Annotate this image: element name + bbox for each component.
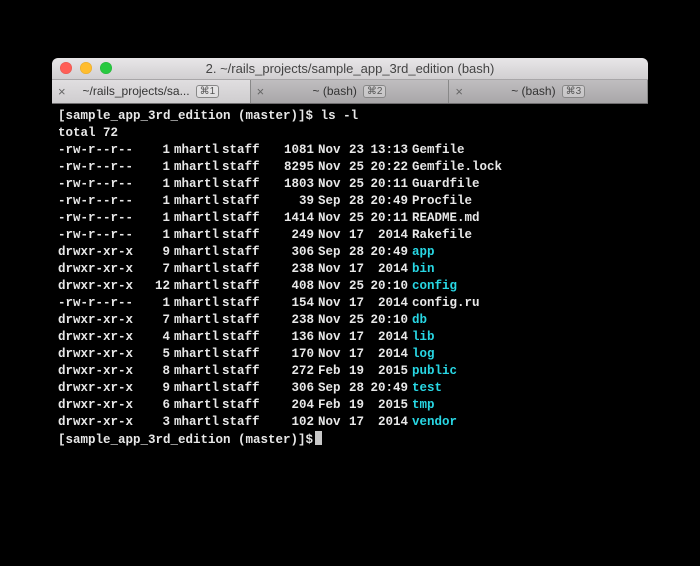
- close-tab-icon[interactable]: ×: [58, 85, 66, 98]
- terminal-line: [sample_app_3rd_edition (master)]$: [58, 431, 642, 449]
- file-test: test: [408, 381, 442, 395]
- total-line: total 72: [58, 126, 118, 140]
- file-db: db: [408, 313, 427, 327]
- tab-label: ~ (bash): [313, 84, 357, 98]
- terminal-line: drwxr-xr-x7mhartlstaff238Nov172014bin: [58, 261, 642, 278]
- tab-2[interactable]: × ~ (bash) ⌘3: [449, 80, 648, 103]
- file-public: public: [408, 364, 457, 378]
- terminal-content[interactable]: [sample_app_3rd_edition (master)]$ ls -l…: [52, 104, 648, 509]
- window-title: 2. ~/rails_projects/sample_app_3rd_editi…: [52, 61, 648, 76]
- titlebar[interactable]: 2. ~/rails_projects/sample_app_3rd_editi…: [52, 58, 648, 80]
- prompt: [sample_app_3rd_edition (master)]$: [58, 109, 313, 123]
- tab-1[interactable]: × ~ (bash) ⌘2: [251, 80, 450, 103]
- file-config.ru: config.ru: [408, 296, 480, 310]
- prompt: [sample_app_3rd_edition (master)]$: [58, 433, 313, 447]
- close-window-button[interactable]: [60, 62, 72, 74]
- file-app: app: [408, 245, 435, 259]
- terminal-line: -rw-r--r--1mhartlstaff1803Nov2520:11Guar…: [58, 176, 642, 193]
- tab-0[interactable]: × ~/rails_projects/sa... ⌘1: [52, 80, 251, 103]
- terminal-line: -rw-r--r--1mhartlstaff39Sep2820:49Procfi…: [58, 193, 642, 210]
- tab-label: ~ (bash): [511, 84, 555, 98]
- terminal-line: drwxr-xr-x9mhartlstaff306Sep2820:49test: [58, 380, 642, 397]
- terminal-line: drwxr-xr-x8mhartlstaff272Feb192015public: [58, 363, 642, 380]
- terminal-line: -rw-r--r--1mhartlstaff249Nov172014Rakefi…: [58, 227, 642, 244]
- cursor: [315, 431, 322, 445]
- terminal-window: 2. ~/rails_projects/sample_app_3rd_editi…: [52, 58, 648, 509]
- terminal-line: drwxr-xr-x3mhartlstaff102Nov172014vendor: [58, 414, 642, 431]
- terminal-line: drwxr-xr-x7mhartlstaff238Nov2520:10db: [58, 312, 642, 329]
- file-bin: bin: [408, 262, 435, 276]
- terminal-line: drwxr-xr-x5mhartlstaff170Nov172014log: [58, 346, 642, 363]
- file-Gemfile.lock: Gemfile.lock: [408, 160, 502, 174]
- tab-bar: × ~/rails_projects/sa... ⌘1 × ~ (bash) ⌘2 × ~ (…: [52, 80, 648, 104]
- terminal-line: -rw-r--r--1mhartlstaff1414Nov2520:11READ…: [58, 210, 642, 227]
- terminal-line: -rw-r--r--1mhartlstaff1081Nov2313:13Gemf…: [58, 142, 642, 159]
- tab-shortcut: ⌘3: [562, 85, 586, 98]
- file-Guardfile: Guardfile: [408, 177, 480, 191]
- terminal-line: drwxr-xr-x12mhartlstaff408Nov2520:10conf…: [58, 278, 642, 295]
- tab-label: ~/rails_projects/sa...: [83, 84, 190, 98]
- terminal-line: drwxr-xr-x9mhartlstaff306Sep2820:49app: [58, 244, 642, 261]
- minimize-window-button[interactable]: [80, 62, 92, 74]
- terminal-line: -rw-r--r--1mhartlstaff8295Nov2520:22Gemf…: [58, 159, 642, 176]
- file-vendor: vendor: [408, 415, 457, 429]
- command: ls -l: [321, 109, 359, 123]
- terminal-line: drwxr-xr-x6mhartlstaff204Feb192015tmp: [58, 397, 642, 414]
- tab-shortcut: ⌘1: [196, 85, 220, 98]
- close-tab-icon[interactable]: ×: [257, 85, 265, 98]
- file-Procfile: Procfile: [408, 194, 472, 208]
- file-log: log: [408, 347, 435, 361]
- close-tab-icon[interactable]: ×: [455, 85, 463, 98]
- file-lib: lib: [408, 330, 435, 344]
- terminal-line: drwxr-xr-x4mhartlstaff136Nov172014lib: [58, 329, 642, 346]
- traffic-lights: [52, 62, 112, 74]
- terminal-line: [sample_app_3rd_edition (master)]$ ls -l: [58, 108, 642, 125]
- file-config: config: [408, 279, 457, 293]
- file-Gemfile: Gemfile: [408, 143, 465, 157]
- terminal-line: total 72: [58, 125, 642, 142]
- zoom-window-button[interactable]: [100, 62, 112, 74]
- file-Rakefile: Rakefile: [408, 228, 472, 242]
- file-README.md: README.md: [408, 211, 480, 225]
- terminal-line: -rw-r--r--1mhartlstaff154Nov172014config…: [58, 295, 642, 312]
- file-tmp: tmp: [408, 398, 435, 412]
- tab-shortcut: ⌘2: [363, 85, 387, 98]
